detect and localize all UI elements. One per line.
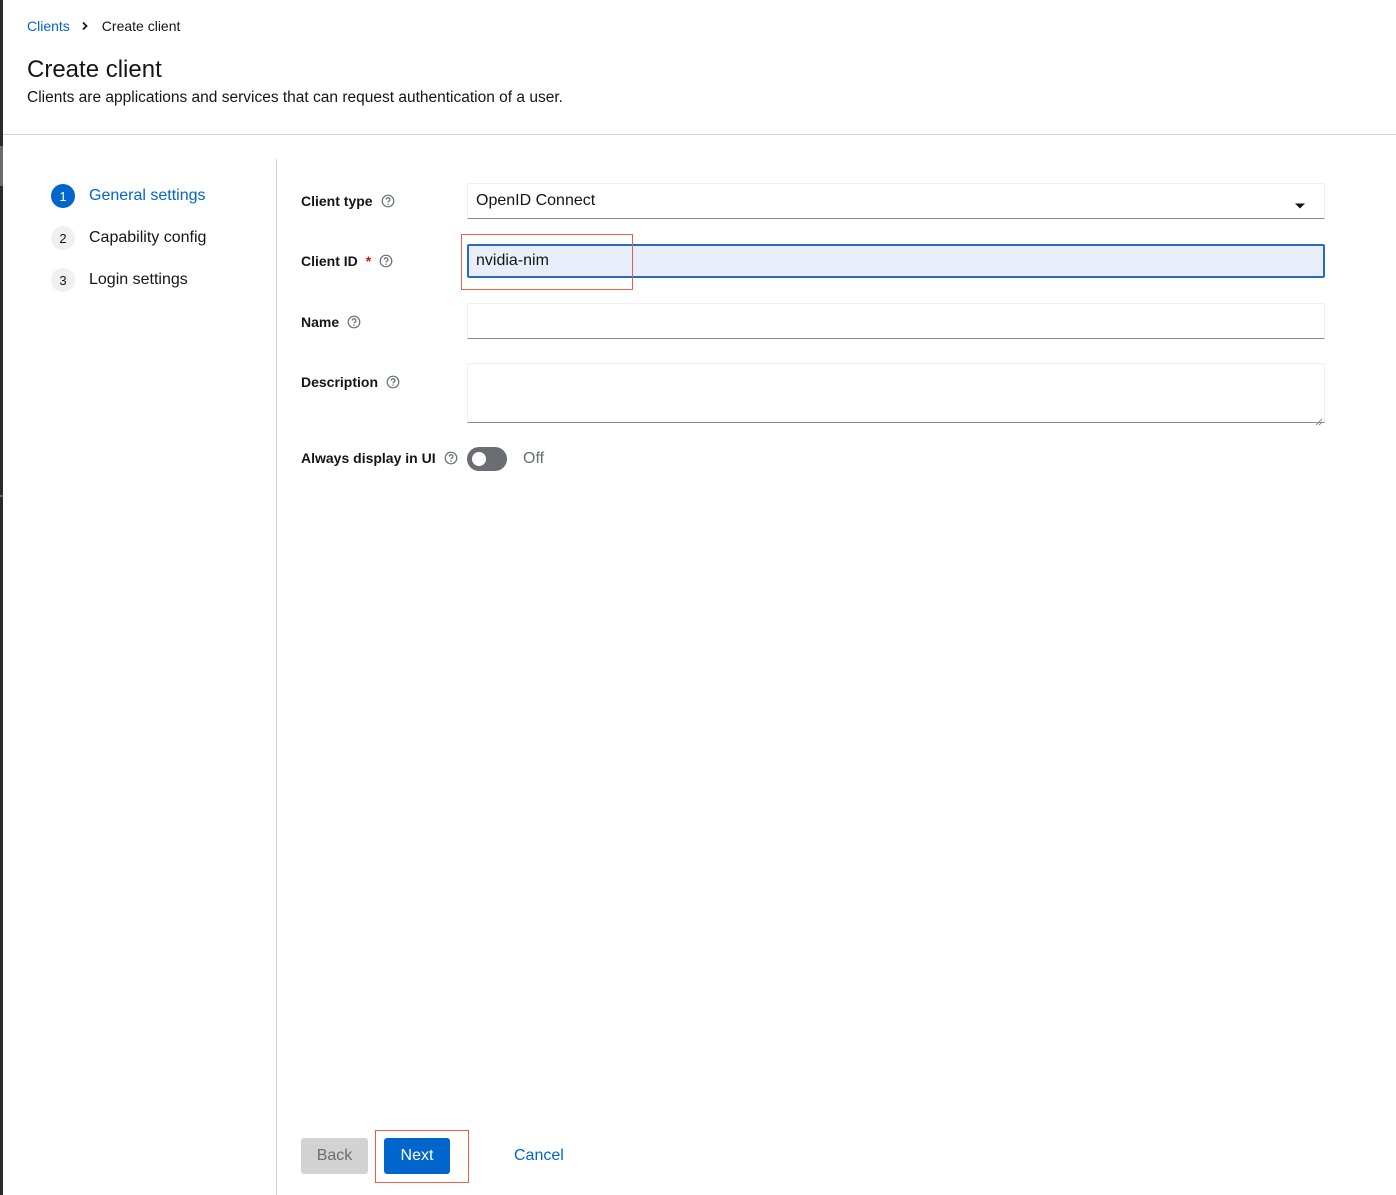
step-number: 2 xyxy=(51,226,75,250)
description-row: Description xyxy=(301,363,1325,426)
step-label: Login settings xyxy=(89,271,188,288)
breadcrumb-clients-link[interactable]: Clients xyxy=(27,18,70,34)
name-row: Name xyxy=(301,303,1325,339)
step-number: 1 xyxy=(51,184,75,208)
description-label-text: Description xyxy=(301,374,379,390)
client-id-label-text: Client ID xyxy=(301,253,358,269)
help-circle-icon[interactable] xyxy=(347,315,361,329)
resize-grip-icon[interactable] xyxy=(1315,413,1323,426)
client-type-row: Client type OpenID Connect xyxy=(301,183,1325,219)
client-id-input[interactable] xyxy=(467,244,1325,278)
help-circle-icon[interactable] xyxy=(386,375,400,389)
always-display-row: Always display in UI Off xyxy=(301,447,1325,471)
client-id-row: Client ID * xyxy=(301,244,1325,278)
client-type-value: OpenID Connect xyxy=(476,192,596,209)
page-title: Create client xyxy=(27,56,162,83)
client-type-label-text: Client type xyxy=(301,193,373,209)
description-label: Description xyxy=(301,374,400,390)
page-header: Clients Create client Create client Clie… xyxy=(3,0,1396,135)
toggle-knob xyxy=(472,452,486,466)
wizard-step-general-settings[interactable]: 1 General settings xyxy=(51,184,206,208)
breadcrumb: Clients Create client xyxy=(27,18,180,34)
step-number: 3 xyxy=(51,268,75,292)
help-circle-icon[interactable] xyxy=(444,451,458,465)
name-label: Name xyxy=(301,314,361,330)
next-button[interactable]: Next xyxy=(384,1138,450,1174)
always-display-label: Always display in UI xyxy=(301,450,458,466)
client-type-label: Client type xyxy=(301,193,395,209)
name-input[interactable] xyxy=(467,303,1325,339)
page-description: Clients are applications and services th… xyxy=(27,89,563,106)
description-textarea[interactable] xyxy=(467,363,1325,423)
help-circle-icon[interactable] xyxy=(379,254,393,268)
wizard-footer: Back Next Cancel xyxy=(301,1138,580,1174)
required-indicator: * xyxy=(365,253,372,269)
name-label-text: Name xyxy=(301,314,340,330)
toggle-state-text: Off xyxy=(523,450,545,467)
cancel-button[interactable]: Cancel xyxy=(498,1138,580,1174)
step-label: General settings xyxy=(89,187,206,204)
wizard-step-capability-config[interactable]: 2 Capability config xyxy=(51,226,206,250)
chevron-right-icon xyxy=(80,21,90,31)
always-display-control: Off xyxy=(467,447,544,471)
back-button[interactable]: Back xyxy=(301,1138,368,1174)
client-id-label: Client ID * xyxy=(301,253,393,269)
breadcrumb-current: Create client xyxy=(101,18,181,34)
caret-down-icon xyxy=(1294,197,1306,209)
wizard-nav: 1 General settings 2 Capability config 3… xyxy=(3,159,277,1195)
step-label: Capability config xyxy=(89,229,207,246)
wizard-step-login-settings[interactable]: 3 Login settings xyxy=(51,268,188,292)
help-circle-icon[interactable] xyxy=(381,194,395,208)
always-display-label-text: Always display in UI xyxy=(301,450,436,466)
always-display-toggle[interactable] xyxy=(467,447,507,471)
client-type-select[interactable]: OpenID Connect xyxy=(467,183,1325,219)
